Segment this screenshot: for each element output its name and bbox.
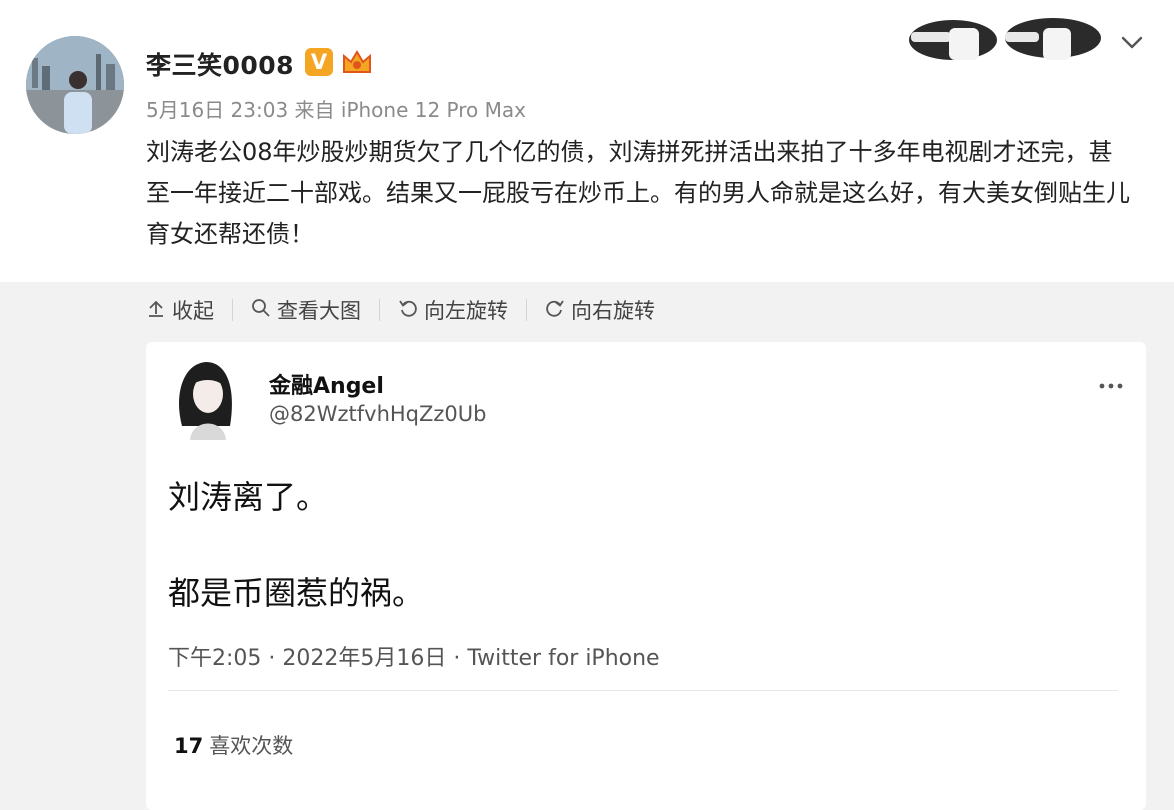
search-icon (251, 298, 271, 323)
tweet-author-handle: @82WztfvhHqZz0Ub (269, 402, 487, 426)
collapse-button[interactable]: 收起 (146, 295, 214, 325)
rotate-right-icon (545, 298, 565, 323)
divider (232, 299, 233, 321)
tweet-likes: 17 喜欢次数 (174, 730, 293, 760)
post-timestamp[interactable]: 5月16日 23:03 (146, 98, 288, 122)
tweet-timestamp: 下午2:05 · 2022年5月16日 · Twitter for iPhone (168, 646, 660, 671)
image-actions-bar: 收起 查看大图 向左旋转 向右旋转 (146, 294, 655, 326)
rotate-left-button[interactable]: 向左旋转 (398, 295, 508, 325)
likes-count: 17 (174, 734, 204, 758)
divider (526, 299, 527, 321)
post-meta: 5月16日 23:03 来自 iPhone 12 Pro Max (146, 94, 526, 123)
username[interactable]: 李三笑0008 (146, 46, 294, 82)
rotate-right-button[interactable]: 向右旋转 (545, 295, 655, 325)
crown-icon (340, 46, 374, 78)
tweet-text-line: 都是币圈惹的祸。 (168, 574, 425, 612)
collapse-icon (146, 298, 166, 323)
chevron-down-icon[interactable] (1120, 30, 1144, 54)
user-avatar[interactable] (26, 36, 124, 134)
post-source: 来自 iPhone 12 Pro Max (294, 98, 526, 122)
more-options-icon (1098, 376, 1124, 389)
weibo-post: 李三笑0008 V 5月16日 23:03 来自 iPhone 12 Pro M… (0, 0, 1174, 282)
rotate-left-icon (398, 298, 418, 323)
tweet-avatar (168, 356, 244, 440)
tweet-screenshot[interactable]: 金融Angel @82WztfvhHqZz0Ub 刘涛离了。 都是币圈惹的祸。 … (146, 342, 1146, 810)
tweet-text-line: 刘涛离了。 (168, 478, 329, 516)
post-body: 刘涛老公08年炒股炒期货欠了几个亿的债，刘涛拼死拼活出来拍了十多年电视剧才还完，… (146, 138, 1130, 248)
verified-badge: V (305, 48, 333, 76)
tweet-author-name: 金融Angel (269, 374, 384, 399)
likes-label: 喜欢次数 (209, 734, 294, 758)
divider (168, 690, 1118, 691)
sticker-decoration (905, 14, 1105, 64)
collapse-label: 收起 (172, 299, 214, 323)
view-large-image-label: 查看大图 (277, 299, 361, 323)
rotate-right-label: 向右旋转 (571, 299, 655, 323)
divider (379, 299, 380, 321)
view-large-image-button[interactable]: 查看大图 (251, 295, 361, 325)
rotate-left-label: 向左旋转 (424, 299, 508, 323)
